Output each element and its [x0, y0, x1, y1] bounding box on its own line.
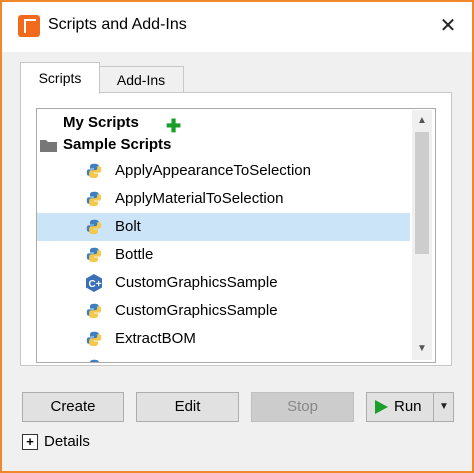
list-item[interactable]: Bottle	[37, 241, 412, 269]
script-label: Bottle	[115, 246, 154, 263]
stop-button[interactable]: Stop	[251, 392, 354, 422]
script-label: ApplyAppearanceToSelection	[115, 162, 311, 179]
python-icon	[86, 219, 102, 235]
python-icon	[90, 359, 99, 362]
list-scrollbar[interactable]: ▲ ▼	[412, 110, 432, 360]
expand-plus-icon: +	[22, 434, 38, 450]
run-split-button: Run ▼	[366, 392, 454, 422]
python-icon	[86, 331, 102, 347]
scroll-down-icon[interactable]: ▼	[412, 340, 432, 358]
list-item[interactable]: ApplyAppearanceToSelection	[37, 157, 412, 185]
sample-scripts-node[interactable]: Sample Scripts	[37, 131, 412, 159]
details-label: Details	[44, 433, 90, 450]
list-item[interactable]: CustomGraphicsSample	[37, 297, 412, 325]
list-item-selected[interactable]: Bolt	[37, 213, 410, 241]
scroll-thumb[interactable]	[415, 132, 429, 254]
play-icon	[375, 400, 388, 414]
run-button[interactable]: Run	[367, 393, 433, 421]
script-label: CustomGraphicsSample	[115, 274, 278, 291]
script-label: ApplyMaterialToSelection	[115, 190, 284, 207]
edit-button[interactable]: Edit	[136, 392, 239, 422]
tab-scripts[interactable]: Scripts	[20, 62, 100, 94]
scroll-up-icon[interactable]: ▲	[412, 112, 432, 130]
python-icon	[86, 247, 102, 263]
window-title: Scripts and Add-Ins	[48, 16, 187, 33]
scripts-list[interactable]: My Scripts ✚ Sample Scripts ApplyAppeara…	[36, 108, 436, 363]
list-item[interactable]: ExtractBOM	[37, 325, 412, 353]
script-label: CustomGraphicsSample	[115, 302, 278, 319]
script-label: ExtractBOM	[115, 330, 196, 347]
folder-icon	[40, 140, 57, 152]
close-button[interactable]: ✕	[434, 12, 462, 40]
svg-text:C+: C+	[89, 279, 102, 290]
script-label: Bolt	[115, 218, 141, 235]
sample-scripts-label: Sample Scripts	[63, 136, 172, 153]
fusion-app-icon	[18, 15, 40, 37]
run-dropdown-chevron-icon[interactable]: ▼	[433, 393, 454, 421]
list-item-partial[interactable]	[37, 353, 412, 362]
list-item[interactable]: ApplyMaterialToSelection	[37, 185, 412, 213]
create-button[interactable]: Create	[22, 392, 124, 422]
title-bar[interactable]: Scripts and Add-Ins ✕	[2, 2, 472, 52]
python-icon	[86, 303, 102, 319]
cpp-icon: C+	[86, 274, 102, 292]
tab-add-ins[interactable]: Add-Ins	[98, 66, 184, 93]
python-icon	[86, 163, 102, 179]
python-icon	[86, 191, 102, 207]
run-label: Run	[394, 398, 422, 415]
list-item[interactable]: C+ CustomGraphicsSample	[37, 269, 412, 297]
